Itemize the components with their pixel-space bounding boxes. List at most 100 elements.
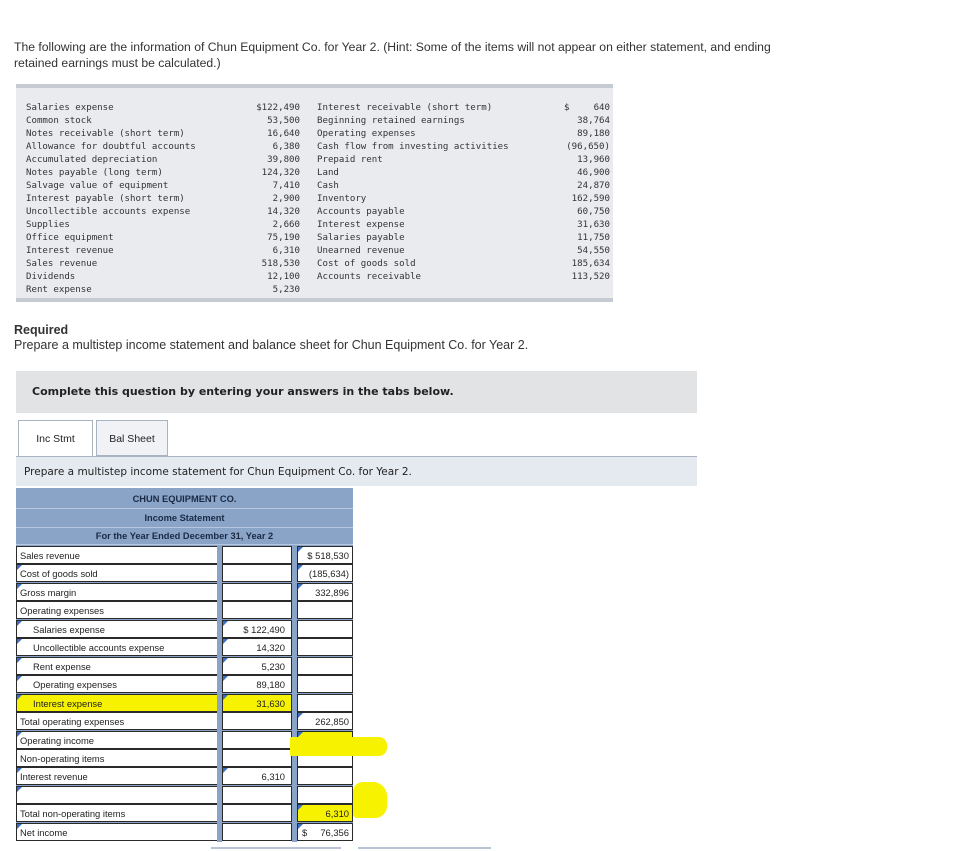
data-value: 46,900 <box>577 168 610 178</box>
data-label: Common stock <box>26 116 92 126</box>
data-value: 38,764 <box>577 116 610 126</box>
dropdown-marker-icon <box>17 565 22 570</box>
statement-amount-col1 <box>222 546 292 564</box>
statement-amount-col2[interactable] <box>297 601 353 619</box>
statement-row-label[interactable]: Cost of goods sold <box>16 564 217 582</box>
statement-row-label[interactable]: Total non-operating items <box>16 804 217 822</box>
statement-amount-col1[interactable]: $ 122,490 <box>222 620 292 638</box>
input-marker-icon <box>298 805 303 810</box>
statement-row-label[interactable]: Operating income <box>16 731 217 749</box>
statement-title: Income Statement <box>16 509 353 528</box>
statement-amount-col1[interactable]: 5,230 <box>222 657 292 675</box>
data-label: Interest receivable (short term) <box>317 103 493 113</box>
input-marker-icon <box>223 621 228 626</box>
statement-amount-col1[interactable]: 6,310 <box>222 767 292 785</box>
divider-line <box>358 847 491 849</box>
statement-amount-col2[interactable]: (185,634) <box>297 564 353 582</box>
statement-amount-col1[interactable]: 31,630 <box>222 694 292 712</box>
dropdown-marker-icon <box>17 621 22 626</box>
statement-row-label[interactable]: Operating expenses <box>16 675 217 693</box>
statement-row-label[interactable]: Salaries expense <box>16 620 217 638</box>
data-value: (96,650) <box>566 142 610 152</box>
data-label: Sales revenue <box>26 259 98 269</box>
statement-amount-col2[interactable] <box>297 620 353 638</box>
statement-row-label[interactable]: Interest expense <box>16 694 217 712</box>
intro-text: The following are the information of Chu… <box>14 40 771 70</box>
data-label: Cash <box>317 181 339 191</box>
data-right-currency: $ <box>564 103 570 113</box>
statement-amount-col2[interactable] <box>297 767 353 785</box>
input-marker-icon <box>223 695 228 700</box>
statement-amount-col1 <box>222 804 292 822</box>
data-label: Dividends <box>26 272 76 282</box>
statement-amount-col2[interactable] <box>297 657 353 675</box>
data-label: Cost of goods sold <box>317 259 416 269</box>
statement-amount-col1 <box>222 823 292 841</box>
statement-amount-col2[interactable] <box>297 694 353 712</box>
statement-row-label[interactable]: Non-operating items <box>16 749 217 767</box>
statement-amount-col1 <box>222 731 292 749</box>
dropdown-marker-icon <box>17 732 22 737</box>
dropdown-marker-icon <box>17 768 22 773</box>
statement-row: Uncollectible accounts expense 14,320 <box>16 638 353 657</box>
statement-amount-col1[interactable]: 89,180 <box>222 675 292 693</box>
data-label: Inventory <box>317 194 367 204</box>
data-label: Notes payable (long term) <box>26 168 163 178</box>
statement-row-label[interactable]: Total operating expenses <box>16 712 217 730</box>
statement-amount-col2[interactable]: 332,896 <box>297 583 353 601</box>
statement-row: Total operating expenses 262,850 <box>16 712 353 731</box>
statement-amount-col2[interactable]: 6,310 <box>297 804 353 822</box>
data-value: 16,640 <box>267 129 300 139</box>
statement-row-label[interactable]: Operating expenses <box>16 601 217 619</box>
statement-row: Net income $76,356 <box>16 823 353 842</box>
statement-row-label[interactable] <box>16 786 217 804</box>
statement-amount-col2[interactable] <box>297 786 353 804</box>
statement-row: Interest revenue 6,310 <box>16 767 353 786</box>
statement-row-label[interactable]: Gross margin <box>16 583 217 601</box>
statement-amount-col2[interactable] <box>297 675 353 693</box>
statement-amount-col2[interactable]: $76,356 <box>297 823 353 841</box>
input-marker-icon <box>298 565 303 570</box>
statement-row-label[interactable]: Sales revenue <box>16 546 217 564</box>
tab-bal-sheet[interactable]: Bal Sheet <box>96 420 168 456</box>
statement-row-label[interactable]: Uncollectible accounts expense <box>16 638 217 656</box>
statement-row-label[interactable]: Net income <box>16 823 217 841</box>
highlight-marker-net-income <box>353 782 387 818</box>
input-marker-icon <box>223 639 228 644</box>
tab-inc-stmt[interactable]: Inc Stmt <box>18 420 93 457</box>
statement-amount-col1 <box>222 786 292 804</box>
input-marker-icon <box>298 584 303 589</box>
data-left-values: $122,490 53,500 16,640 6,380 39,800 124,320 7,… <box>236 102 300 297</box>
data-left-labels: Salaries expense Common stock Notes receiv… <box>26 102 236 297</box>
data-value: 75,190 <box>267 233 300 243</box>
data-label: Supplies <box>26 220 70 230</box>
statement-company: CHUN EQUIPMENT CO. <box>16 490 353 509</box>
statement-row-label[interactable]: Interest revenue <box>16 767 217 785</box>
data-label: Salaries expense <box>26 103 114 113</box>
data-value: 518,530 <box>261 259 300 269</box>
data-label: Prepaid rent <box>317 155 383 165</box>
data-label: Accumulated depreciation <box>26 155 158 165</box>
data-label: Interest payable (short term) <box>26 194 185 204</box>
data-value: 39,800 <box>267 155 300 165</box>
input-marker-icon <box>223 676 228 681</box>
statement-amount-col2[interactable] <box>297 638 353 656</box>
dropdown-marker-icon <box>17 787 22 792</box>
data-value: 14,320 <box>267 207 300 217</box>
data-label: Beginning retained earnings <box>317 116 465 126</box>
data-value: 24,870 <box>577 181 610 191</box>
data-label: Rent expense <box>26 285 92 295</box>
statement-row: Salaries expense $ 122,490 <box>16 620 353 639</box>
statement-amount-col2[interactable]: 262,850 <box>297 712 353 730</box>
data-label: Salvage value of equipment <box>26 181 169 191</box>
statement-amount-col1 <box>222 564 292 582</box>
statement-amount-col2[interactable]: $ 518,530 <box>297 546 353 564</box>
highlight-marker-operating-income <box>290 737 387 756</box>
tab-prompt: Prepare a multistep income statement for… <box>16 456 697 486</box>
data-value: 162,590 <box>571 194 610 204</box>
statement-row: Sales revenue $ 518,530 <box>16 546 353 565</box>
statement-row-label[interactable]: Rent expense <box>16 657 217 675</box>
statement-amount-col1[interactable]: 14,320 <box>222 638 292 656</box>
data-value: 5,230 <box>272 285 300 295</box>
input-marker-icon <box>223 768 228 773</box>
